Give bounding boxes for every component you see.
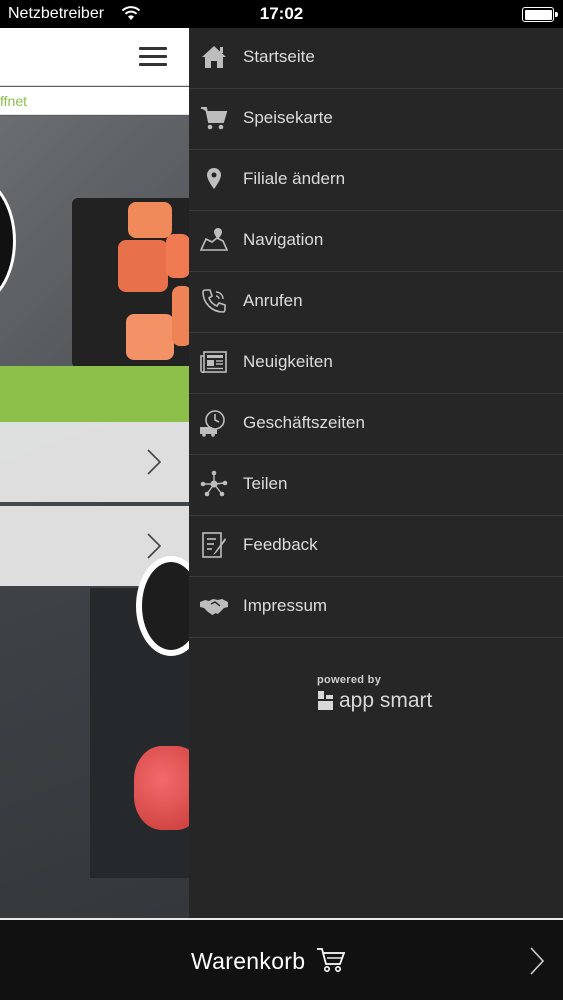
feedback-form-icon [202, 532, 226, 558]
phone-icon [202, 289, 226, 313]
powered-by-label: powered by [317, 674, 382, 686]
location-pin-icon [207, 168, 221, 189]
menu-item-label: Navigation [243, 230, 324, 249]
sushi-piece [166, 234, 189, 278]
side-drawer-menu: Startseite Speisekarte Filiale ändern Na… [189, 28, 563, 918]
opening-status-bar: ffnet [0, 87, 189, 115]
shopping-cart-icon [317, 948, 346, 972]
ginger-image [134, 746, 189, 830]
menu-item-label: Neuigkeiten [243, 352, 333, 371]
menu-item-filiale-aendern[interactable]: Filiale ändern [189, 150, 563, 211]
menu-item-label: Filiale ändern [243, 169, 346, 188]
sushi-piece [118, 240, 168, 292]
home-icon [202, 46, 226, 68]
hamburger-menu-icon[interactable] [139, 47, 167, 67]
appsmart-logo-icon [318, 691, 333, 710]
menu-item-speisekarte[interactable]: Speisekarte [189, 89, 563, 150]
battery-icon [522, 7, 558, 22]
menu-item-neuigkeiten[interactable]: Neuigkeiten [189, 333, 563, 394]
powered-by-logo[interactable]: powered by app smart [317, 674, 432, 713]
cart-icon [201, 107, 228, 130]
share-network-icon [200, 470, 228, 497]
handshake-icon [200, 599, 228, 615]
cart-label: Warenkorb [191, 948, 306, 974]
chevron-right-icon[interactable] [529, 946, 545, 976]
menu-item-label: Startseite [243, 47, 315, 66]
hero-image [0, 116, 189, 368]
restaurant-logo [0, 176, 16, 306]
map-icon [199, 228, 229, 251]
status-bar: Netzbetreiber 17:02 [0, 0, 563, 28]
menu-item-feedback[interactable]: Feedback [189, 516, 563, 577]
cart-bar[interactable]: Warenkorb [0, 918, 563, 1000]
app-header [0, 28, 189, 86]
chevron-right-icon [147, 533, 162, 559]
menu-item-label: Teilen [243, 474, 288, 493]
opening-status-text: ffnet [0, 93, 27, 109]
menu-item-label: Anrufen [243, 291, 303, 310]
menu-item-label: Speisekarte [243, 108, 333, 127]
menu-item-anrufen[interactable]: Anrufen [189, 272, 563, 333]
clock-truck-icon [200, 410, 225, 437]
menu-item-label: Impressum [243, 596, 328, 615]
sushi-piece [128, 202, 172, 238]
newspaper-icon [200, 351, 227, 374]
main-content: ffnet [0, 28, 189, 918]
menu-item-startseite[interactable]: Startseite [189, 28, 563, 89]
status-time: 17:02 [259, 4, 304, 23]
list-row[interactable] [0, 422, 189, 502]
brand-logo: app smart [317, 689, 432, 713]
menu-item-label: Geschäftszeiten [243, 413, 365, 432]
menu-item-label: Feedback [243, 535, 318, 554]
green-action-bar[interactable] [0, 366, 189, 422]
menu-item-navigation[interactable]: Navigation [189, 211, 563, 272]
menu-item-impressum[interactable]: Impressum [189, 577, 563, 638]
menu-item-teilen[interactable]: Teilen [189, 455, 563, 516]
brand-name: app smart [339, 689, 433, 712]
chevron-right-icon [147, 449, 162, 475]
menu-item-geschaeftszeiten[interactable]: Geschäftszeiten [189, 394, 563, 455]
sushi-piece [172, 286, 189, 346]
sushi-piece [126, 314, 174, 360]
